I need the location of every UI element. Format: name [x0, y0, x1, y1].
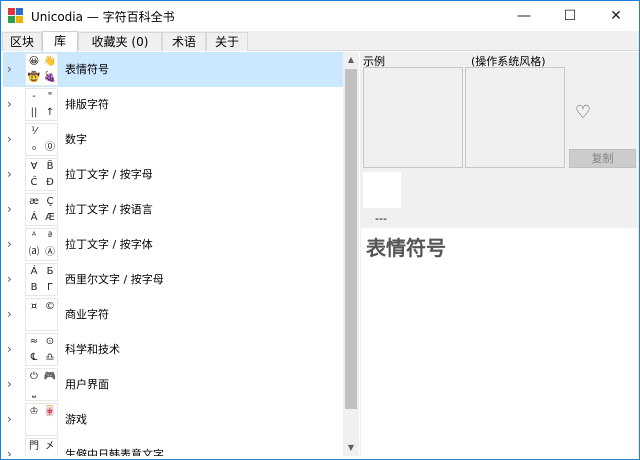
category-thumbnail: ¤ ©: [25, 298, 58, 331]
library-item-games[interactable]: › ♔ 🀄 游戏: [3, 402, 343, 437]
glyph-mini-preview: [363, 172, 401, 208]
category-thumbnail: ÁБ ВГ: [25, 263, 58, 296]
app-logo-icon: [8, 8, 24, 24]
expand-chevron-icon[interactable]: ›: [7, 412, 17, 426]
os-style-preview: [465, 67, 565, 168]
library-item-numbers[interactable]: › ¹⁄ ₀⓪ 数字: [3, 122, 343, 157]
library-item-label: 游戏: [65, 413, 87, 426]
expand-chevron-icon[interactable]: ›: [7, 62, 17, 76]
library-item-user-interface[interactable]: › ⏻ 🎮 ⎵ 用户界面: [3, 367, 343, 402]
category-thumbnail: ᴬª ⒜ Ⓐ: [25, 228, 58, 261]
tab-glossary[interactable]: 术语: [162, 32, 206, 51]
category-thumbnail: Ɐ B̈ ĈÐ: [25, 158, 58, 191]
library-item-label: 拉丁文字 / 按语言: [65, 203, 153, 216]
expand-chevron-icon[interactable]: ›: [7, 132, 17, 146]
code-point-text: ---: [375, 212, 387, 225]
library-item-latin-by-font[interactable]: › ᴬª ⒜ Ⓐ 拉丁文字 / 按字体: [3, 227, 343, 262]
library-item-label: 西里尔文字 / 按字母: [65, 273, 164, 286]
expand-chevron-icon[interactable]: ›: [7, 307, 17, 321]
category-thumbnail: - " || ↑: [25, 88, 58, 121]
library-item-label: 排版字符: [65, 98, 109, 111]
window-title: Unicodia — 字符百科全书: [31, 10, 175, 24]
tab-about[interactable]: 关于: [206, 32, 248, 51]
title-bar: Unicodia — 字符百科全书 — ☐ ✕: [1, 1, 639, 31]
app-window: Unicodia — 字符百科全书 — ☐ ✕ 区块 库 收藏夹 (0) 术语 …: [0, 0, 640, 460]
library-item-emoji[interactable]: › 😀 👋 🤠 🍇 表情符号: [3, 52, 343, 87]
scrollbar-thumb[interactable]: [345, 69, 357, 409]
category-thumbnail: ¹⁄ ₀⓪: [25, 123, 58, 156]
expand-chevron-icon[interactable]: ›: [7, 447, 17, 456]
library-item-rare-cjk[interactable]: › 門㐅 ⺈⺀ 生僻中日韩表意文字: [3, 437, 343, 456]
library-item-label: 拉丁文字 / 按字体: [65, 238, 153, 251]
expand-chevron-icon[interactable]: ›: [7, 237, 17, 251]
library-item-science-tech[interactable]: › ≈ ⊙ ℄ ♎ 科学和技术: [3, 332, 343, 367]
category-thumbnail: 😀 👋 🤠 🍇: [25, 53, 58, 86]
library-item-cyrillic-by-letter[interactable]: › ÁБ ВГ 西里尔文字 / 按字母: [3, 262, 343, 297]
library-item-label: 表情符号: [65, 63, 109, 76]
tab-bar: 区块 库 收藏夹 (0) 术语 关于: [1, 31, 639, 52]
category-thumbnail: 門㐅 ⺈⺀: [25, 438, 58, 456]
category-thumbnail: æÇ ÁÆ: [25, 193, 58, 226]
library-item-label: 用户界面: [65, 378, 109, 391]
library-scrollbar[interactable]: ▲ ▼: [343, 52, 359, 456]
library-item-label: 商业字符: [65, 308, 109, 321]
category-thumbnail: ♔ 🀄: [25, 403, 58, 436]
library-item-business[interactable]: › ¤ © 商业字符: [3, 297, 343, 332]
minimize-button[interactable]: —: [501, 1, 547, 31]
details-text-area: 表情符号: [361, 228, 638, 456]
expand-chevron-icon[interactable]: ›: [7, 377, 17, 391]
library-item-label: 数字: [65, 133, 87, 146]
library-item-label: 生僻中日韩表意文字: [65, 448, 164, 456]
expand-chevron-icon[interactable]: ›: [7, 272, 17, 286]
tab-library[interactable]: 库: [42, 31, 78, 52]
library-item-typography[interactable]: › - " || ↑ 排版字符: [3, 87, 343, 122]
category-thumbnail: ⏻ 🎮 ⎵: [25, 368, 58, 401]
library-tree: › 😀 👋 🤠 🍇 表情符号 › - " || ↑ 排版字符 › ¹⁄ ₀⓪ 数字: [3, 52, 343, 456]
expand-chevron-icon[interactable]: ›: [7, 167, 17, 181]
library-item-label: 科学和技术: [65, 343, 120, 356]
expand-chevron-icon[interactable]: ›: [7, 342, 17, 356]
expand-chevron-icon[interactable]: ›: [7, 202, 17, 216]
scroll-up-arrow-icon[interactable]: ▲: [343, 52, 359, 68]
details-title: 表情符号: [366, 236, 446, 260]
library-item-latin-by-letter[interactable]: › Ɐ B̈ ĈÐ 拉丁文字 / 按字母: [3, 157, 343, 192]
scroll-down-arrow-icon[interactable]: ▼: [343, 440, 359, 456]
favorite-heart-icon[interactable]: ♡: [572, 102, 594, 124]
tab-blocks[interactable]: 区块: [2, 32, 42, 51]
sample-preview: [363, 67, 463, 168]
maximize-button[interactable]: ☐: [547, 1, 593, 31]
expand-chevron-icon[interactable]: ›: [7, 97, 17, 111]
close-button[interactable]: ✕: [593, 1, 639, 31]
details-pane: 示例 (操作系统风格) ♡ 复制 --- 表情符号: [360, 52, 639, 456]
tab-favorites[interactable]: 收藏夹 (0): [78, 32, 162, 51]
library-item-latin-by-language[interactable]: › æÇ ÁÆ 拉丁文字 / 按语言: [3, 192, 343, 227]
category-thumbnail: ≈ ⊙ ℄ ♎: [25, 333, 58, 366]
library-item-label: 拉丁文字 / 按字母: [65, 168, 153, 181]
copy-button[interactable]: 复制: [569, 149, 636, 168]
